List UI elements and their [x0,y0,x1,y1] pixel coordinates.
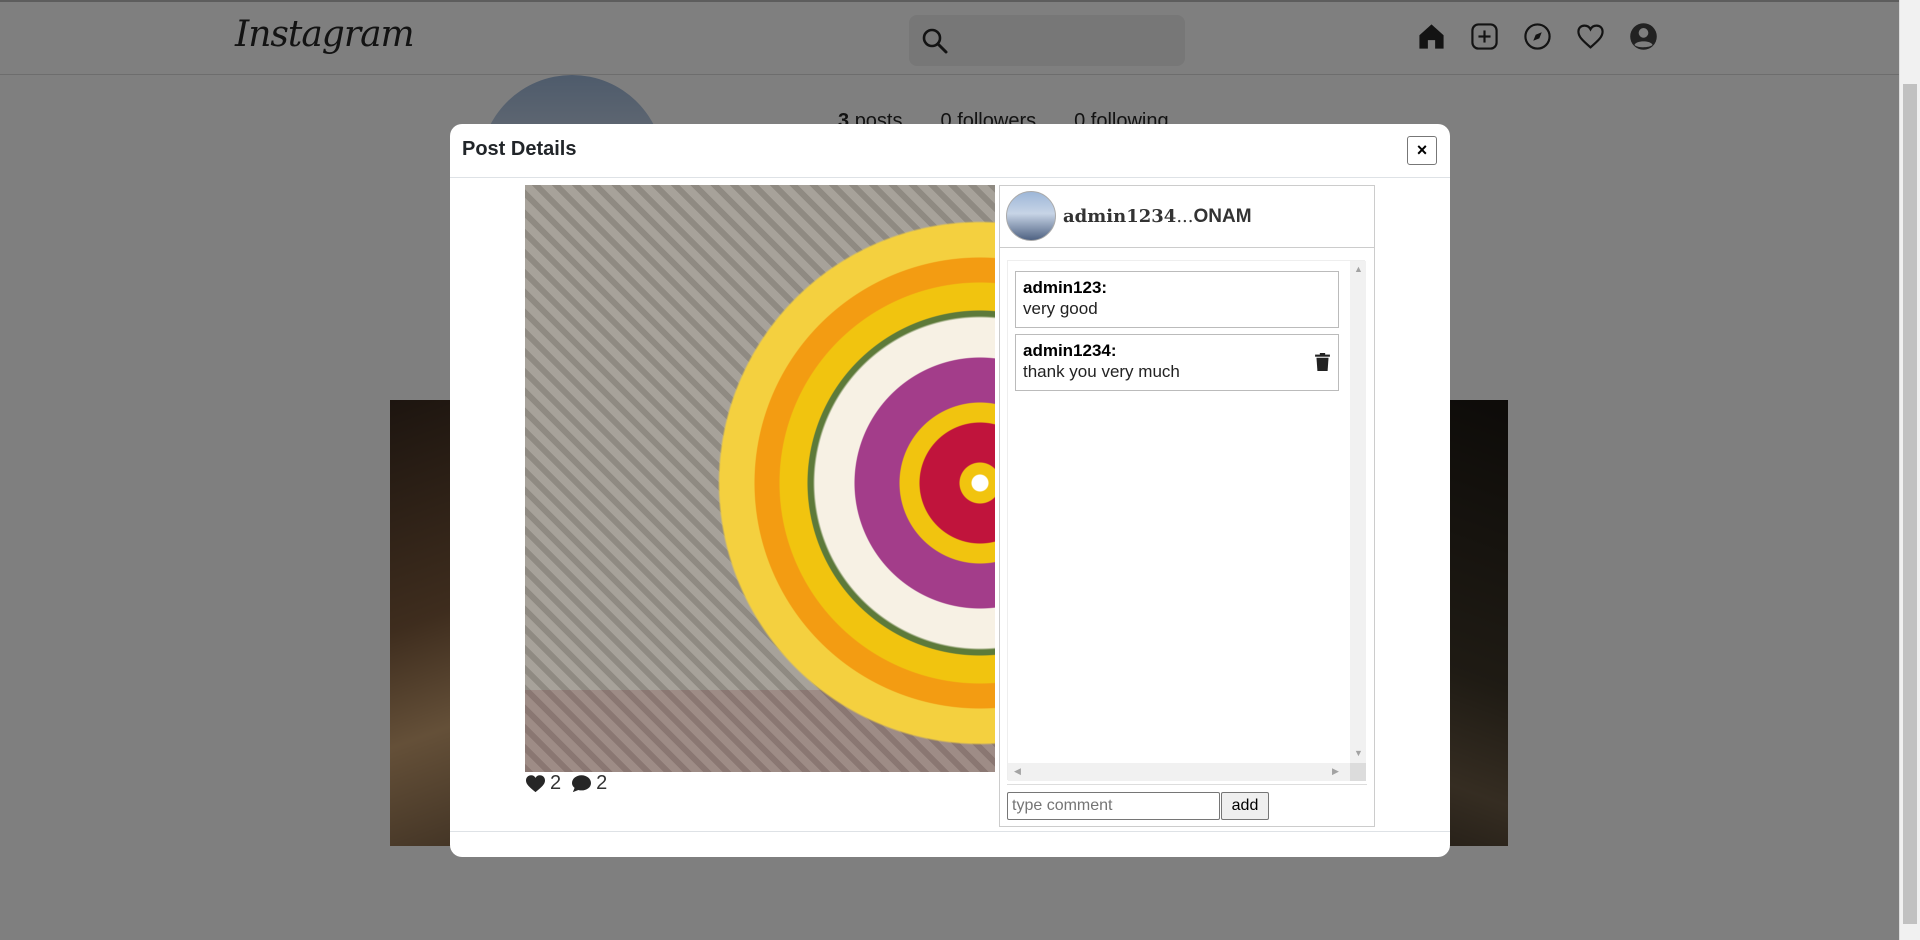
page-scrollbar-thumb[interactable] [1903,84,1917,924]
comment-item: admin1234: thank you very much [1015,334,1339,391]
post-image [525,185,995,772]
post-side-panel: admin1234...ONAM admin123: very good adm… [999,185,1375,827]
post-caption: ONAM [1193,206,1252,227]
author-and-caption: admin1234...ONAM [1063,206,1252,228]
comments-horizontal-scrollbar[interactable]: ◀ ▶ [1008,763,1350,781]
add-comment-button[interactable]: add [1221,792,1269,820]
author-avatar[interactable] [1006,191,1056,241]
modal-title: Post Details [462,138,577,160]
scroll-up-arrow-icon[interactable]: ▲ [1354,264,1363,274]
scroll-left-arrow-icon[interactable]: ◀ [1014,766,1021,777]
comments-list[interactable]: admin123: very good admin1234: thank you… [1007,260,1366,781]
post-details-modal: Post Details × 2 2 admin1234...ONAM admi… [450,124,1450,857]
modal-header-divider [450,177,1450,178]
post-author-header: admin1234...ONAM [1000,186,1374,248]
page-scrollbar[interactable] [1899,0,1920,940]
post-image-rangoli [690,193,995,772]
comment-input[interactable] [1007,792,1220,820]
comments-count: 2 [596,772,608,794]
scroll-right-arrow-icon[interactable]: ▶ [1332,766,1339,777]
delete-trash-icon[interactable] [1315,353,1330,371]
comment-bubble-icon[interactable] [571,774,592,793]
modal-footer-divider [450,831,1450,832]
comment-item: admin123: very good [1015,271,1339,328]
comment-divider [1007,784,1367,785]
comment-username: admin123: [1023,278,1108,297]
comment-text: very good [1023,299,1098,318]
scroll-down-arrow-icon[interactable]: ▼ [1354,748,1363,758]
comments-vertical-scrollbar[interactable]: ▲ ▼ [1350,261,1366,763]
close-button[interactable]: × [1407,136,1437,165]
comment-text: thank you very much [1023,362,1180,381]
like-heart-icon[interactable] [525,774,546,793]
separator-dots: ... [1176,206,1194,227]
comment-username: admin1234: [1023,341,1117,360]
likes-count: 2 [550,772,562,794]
post-stats: 2 2 [525,772,613,795]
author-username[interactable]: admin1234 [1063,206,1176,227]
scrollbar-corner [1350,763,1366,781]
